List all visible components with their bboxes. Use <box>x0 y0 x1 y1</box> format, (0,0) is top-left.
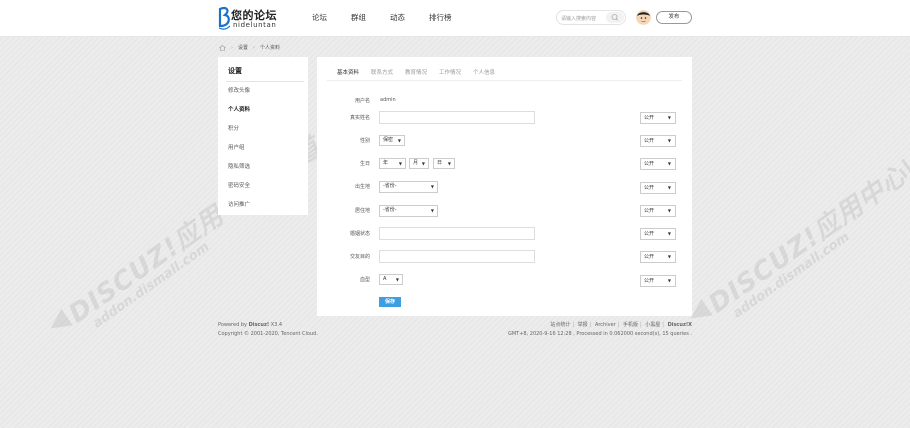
chevron-down-icon: ▼ <box>667 254 671 259</box>
footer-links: 站点统计 | 举报 | Archiver | 手机版 | 小黑屋 | Discuz!X <box>550 322 692 328</box>
chevron-down-icon: ▼ <box>430 208 434 213</box>
username-value: admin <box>380 97 396 103</box>
search-button[interactable] <box>606 12 624 23</box>
purpose-label: 交友目的 <box>349 254 370 260</box>
home-icon[interactable] <box>219 44 226 51</box>
chevron-down-icon: ▼ <box>430 184 434 189</box>
watermark: DISCUZ!应用中心|贰道addon.dismall.com <box>684 118 910 330</box>
tab-contact[interactable]: 联系方式 <box>371 68 393 76</box>
chevron-down-icon: ▼ <box>421 161 425 166</box>
residence-select[interactable]: -省份- ▼ <box>379 205 438 217</box>
footer-link-archiver[interactable]: Archiver <box>595 322 616 328</box>
chevron-down-icon: ▼ <box>398 161 402 166</box>
breadcrumb-profile[interactable]: 个人资料 <box>260 44 280 51</box>
breadcrumb: › 设置 › 个人资料 <box>219 44 280 51</box>
sidebar-item-usergroup[interactable]: 用户组 <box>228 143 245 151</box>
birthplace-label: 出生地 <box>354 184 370 190</box>
nav-activity[interactable]: 动态 <box>390 12 405 23</box>
powered-brand-link[interactable]: Discuz! <box>249 322 270 328</box>
purpose-privacy-select[interactable]: 公开 ▼ <box>640 251 676 263</box>
nav-groups[interactable]: 群组 <box>351 12 366 23</box>
sidebar-item-profile[interactable]: 个人资料 <box>228 105 250 113</box>
sidebar-item-avatar[interactable]: 修改头像 <box>228 86 250 94</box>
footer-stats: GMT+8, 2020-9-16 12:28 , Processed in 0.… <box>507 331 692 337</box>
chevron-down-icon: ▼ <box>667 138 671 143</box>
birthday-label: 生日 <box>359 161 370 167</box>
realname-input[interactable] <box>379 111 535 124</box>
realname-privacy-select[interactable]: 公开 ▼ <box>640 112 676 124</box>
breadcrumb-separator: › <box>231 44 233 51</box>
tab-personal[interactable]: 个人信息 <box>473 68 495 76</box>
sidebar-item-password[interactable]: 密码安全 <box>228 181 250 189</box>
chevron-down-icon: ▼ <box>395 277 399 282</box>
profile-panel: 基本资料 联系方式 教育情况 工作情况 个人信息 用户名 admin 真实姓名 … <box>317 57 692 316</box>
chevron-down-icon: ▼ <box>667 208 671 213</box>
nav-forum[interactable]: 论坛 <box>312 12 327 23</box>
sidebar-item-credits[interactable]: 积分 <box>228 124 239 132</box>
birth-year-select[interactable]: 年 ▼ <box>379 158 406 169</box>
birthplace-privacy-select[interactable]: 公开 ▼ <box>640 182 676 194</box>
settings-sidebar: 设置 修改头像 个人资料 积分 用户组 隐私筛选 密码安全 访问推广 <box>218 57 308 215</box>
logo-subtext: nideluntan <box>233 21 277 29</box>
chevron-down-icon: ▼ <box>667 278 671 283</box>
chevron-down-icon: ▼ <box>397 138 401 143</box>
breadcrumb-separator: › <box>253 44 256 51</box>
publish-button[interactable]: 发布 <box>656 11 692 24</box>
site-logo[interactable]: 您的论坛 nideluntan <box>217 6 297 32</box>
sidebar-title: 设置 <box>228 67 242 75</box>
blood-privacy-select[interactable]: 公开 ▼ <box>640 275 676 287</box>
tab-education[interactable]: 教育情况 <box>405 68 427 76</box>
footer-link-blacklist[interactable]: 小黑屋 <box>645 322 660 328</box>
top-header: 您的论坛 nideluntan 论坛 群组 动态 排行榜 请输入搜索内容 发布 <box>0 0 910 37</box>
sidebar-divider <box>226 81 304 82</box>
footer-link-stats[interactable]: 站点统计 <box>550 322 570 328</box>
marital-input[interactable] <box>379 227 535 240</box>
chevron-down-icon: ▼ <box>667 231 671 236</box>
footer-link-report[interactable]: 举报 <box>578 322 588 328</box>
tab-work[interactable]: 工作情况 <box>439 68 461 76</box>
blood-label: 血型 <box>359 277 370 283</box>
breadcrumb-settings[interactable]: 设置 <box>238 44 248 51</box>
copyright: Copyright © 2001-2020, Tencent Cloud. <box>218 331 318 337</box>
user-avatar-icon <box>636 10 651 25</box>
gender-label: 性别 <box>359 138 370 144</box>
footer-link-mobile[interactable]: 手机版 <box>623 322 638 328</box>
birth-day-select[interactable]: 日 ▼ <box>433 158 455 169</box>
chevron-down-icon: ▼ <box>447 161 451 166</box>
gender-select[interactable]: 保密 ▼ <box>379 135 405 146</box>
birthday-privacy-select[interactable]: 公开 ▼ <box>640 158 676 170</box>
chevron-down-icon: ▼ <box>667 161 671 166</box>
search-icon <box>611 14 619 21</box>
avatar[interactable] <box>636 10 651 25</box>
purpose-input[interactable] <box>379 250 535 263</box>
footer-left: Powered by Discuz! X3.4 Copyright © 2001… <box>218 321 318 339</box>
marital-label: 婚姻状态 <box>349 231 370 237</box>
birthplace-select[interactable]: -省份- ▼ <box>379 181 438 193</box>
marital-privacy-select[interactable]: 公开 ▼ <box>640 228 676 240</box>
sidebar-item-privacy[interactable]: 隐私筛选 <box>228 162 250 170</box>
save-button[interactable]: 保存 <box>379 297 401 307</box>
residence-label: 居住地 <box>354 208 370 214</box>
search-input[interactable]: 请输入搜索内容 <box>556 10 626 25</box>
gender-privacy-select[interactable]: 公开 ▼ <box>640 135 676 147</box>
realname-label: 真实姓名 <box>349 115 370 121</box>
logo-mark-icon <box>218 7 231 30</box>
powered-by: Powered by Discuz! X3.4 <box>218 322 283 328</box>
footer-right: 站点统计 | 举报 | Archiver | 手机版 | 小黑屋 | Discuz!X G… <box>508 321 692 339</box>
residence-privacy-select[interactable]: 公开 ▼ <box>640 205 676 217</box>
nav-ranking[interactable]: 排行榜 <box>429 12 452 23</box>
birth-month-select[interactable]: 月 ▼ <box>409 158 429 169</box>
blood-select[interactable]: A ▼ <box>379 274 403 285</box>
profile-tabs: 基本资料 联系方式 教育情况 工作情况 个人信息 <box>327 67 682 81</box>
chevron-down-icon: ▼ <box>667 115 671 120</box>
search-placeholder: 请输入搜索内容 <box>561 16 597 22</box>
sidebar-item-promotion[interactable]: 访问推广 <box>228 200 250 208</box>
username-label: 用户名 <box>354 98 370 104</box>
footer-brand-link[interactable]: Discuz!X <box>668 322 692 328</box>
chevron-down-icon: ▼ <box>667 185 671 190</box>
tab-basic[interactable]: 基本资料 <box>337 68 359 76</box>
